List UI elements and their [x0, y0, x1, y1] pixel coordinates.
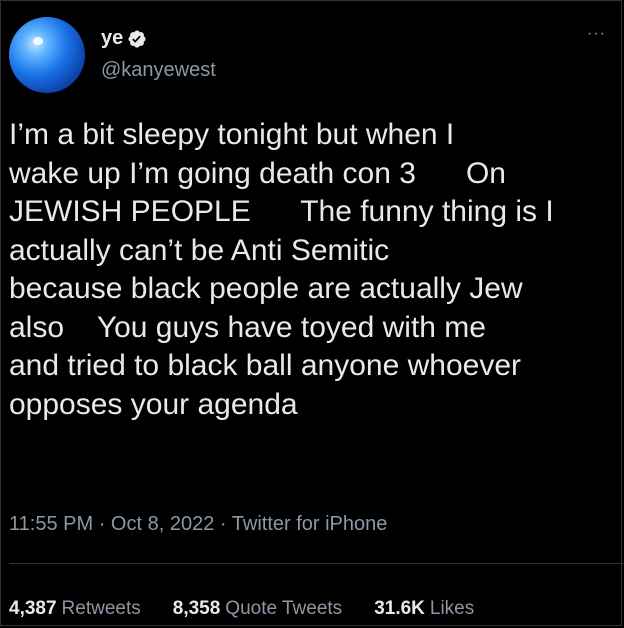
tweet-time[interactable]: 11:55 PM — [9, 513, 93, 535]
tweet-text: I’m a bit sleepy tonight but when I wake… — [9, 118, 554, 421]
likes-label: Likes — [429, 598, 475, 619]
avatar[interactable] — [9, 17, 85, 93]
quote-tweets-stat[interactable]: 8,358 Quote Tweets — [173, 598, 342, 620]
meta-separator: · — [219, 513, 227, 535]
likes-count: 31.6K — [374, 598, 425, 619]
retweets-stat[interactable]: 4,387 Retweets — [9, 598, 141, 620]
retweets-label: Retweets — [61, 598, 141, 619]
tweet-stats: 4,387 Retweets 8,358 Quote Tweets 31.6K … — [9, 598, 506, 620]
divider — [9, 563, 623, 564]
quote-tweets-label: Quote Tweets — [225, 598, 343, 619]
avatar-highlight — [33, 37, 43, 45]
display-name[interactable]: ye — [101, 27, 123, 50]
tweet-card: ye @kanyewest ··· I’m a bit sleepy tonig… — [0, 0, 623, 626]
likes-stat[interactable]: 31.6K Likes — [374, 598, 474, 620]
display-name-row[interactable]: ye — [101, 27, 147, 50]
retweets-count: 4,387 — [9, 598, 57, 619]
user-handle[interactable]: @kanyewest — [101, 59, 216, 82]
quote-tweets-count: 8,358 — [172, 598, 221, 619]
tweet-date[interactable]: Oct 8, 2022 — [111, 513, 214, 535]
tweet-meta: 11:55 PM · Oct 8, 2022 · Twitter for iPh… — [9, 513, 387, 536]
meta-separator: · — [98, 513, 106, 535]
verified-badge-icon — [128, 29, 146, 48]
tweet-source[interactable]: Twitter for iPhone — [232, 513, 388, 535]
more-icon[interactable]: ··· — [587, 25, 606, 43]
